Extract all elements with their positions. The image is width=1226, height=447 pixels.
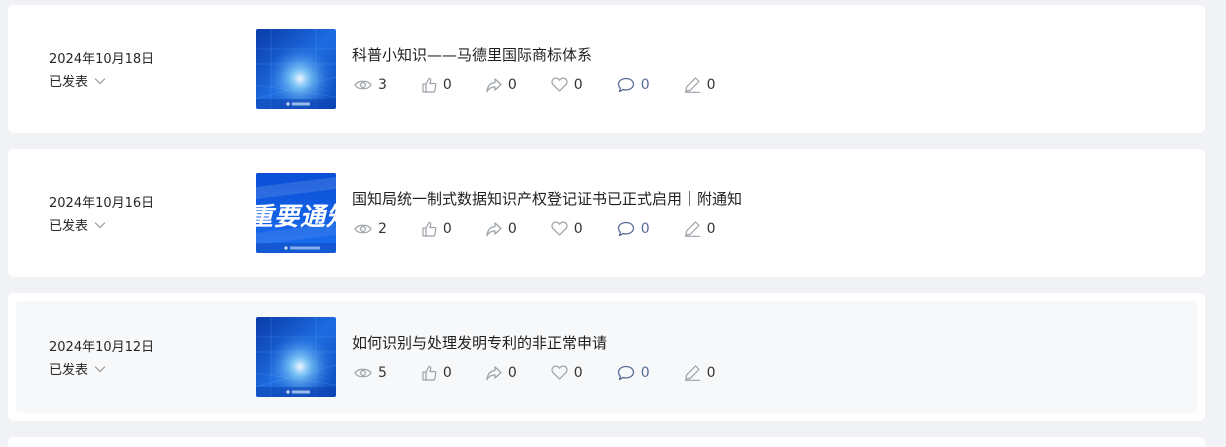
comments-stat[interactable]: 0 xyxy=(617,77,650,93)
thumbs-up-icon xyxy=(422,221,437,237)
pen-icon xyxy=(684,221,700,237)
favorites-stat[interactable]: 0 xyxy=(551,77,583,93)
shares-count: 0 xyxy=(507,364,517,381)
share-arrow-icon xyxy=(486,77,502,92)
status-label: 已发表 xyxy=(49,219,89,234)
next-card-edge xyxy=(8,437,1205,447)
article-title[interactable]: 如何识别与处理发明专利的非正常申请 xyxy=(352,332,607,353)
heart-icon xyxy=(551,365,568,380)
publish-date: 2024年10月16日 xyxy=(49,196,155,211)
article-title[interactable]: 科普小知识——马德里国际商标体系 xyxy=(352,44,592,65)
likes-count: 0 xyxy=(442,76,452,93)
publish-date: 2024年10月12日 xyxy=(49,340,155,355)
publish-date: 2024年10月18日 xyxy=(49,52,155,67)
views-count: 2 xyxy=(378,220,387,237)
shares-stat[interactable]: 0 xyxy=(486,365,517,381)
favorites-stat[interactable]: 0 xyxy=(551,221,583,237)
article-title[interactable]: 国知局统一制式数据知识产权登记证书已正式启用｜附通知 xyxy=(352,188,742,209)
edits-count: 0 xyxy=(706,220,716,237)
views-count: 3 xyxy=(378,76,387,93)
chevron-down-icon xyxy=(94,221,106,228)
heart-icon xyxy=(551,77,568,92)
edits-stat[interactable]: 0 xyxy=(684,364,716,381)
article-thumbnail[interactable]: 重要通知 xyxy=(256,173,336,253)
article-card[interactable]: 2024年10月16日 已发表 重要通知 国知局统一制式数据知识产权登记证书已正… xyxy=(8,149,1205,277)
comments-stat[interactable]: 0 xyxy=(617,221,650,237)
edits-count: 0 xyxy=(706,364,716,381)
comments-count: 0 xyxy=(640,364,650,381)
eye-icon xyxy=(354,224,372,233)
views-stat: 2 xyxy=(354,221,387,237)
share-arrow-icon xyxy=(486,365,502,380)
comments-count: 0 xyxy=(640,220,650,237)
pen-icon xyxy=(684,77,700,93)
favorites-count: 0 xyxy=(573,76,583,93)
article-list: 2024年10月18日 已发表 科普小知识——马德里国际商标体系 3 0 0 0… xyxy=(8,5,1205,437)
views-stat: 5 xyxy=(354,365,387,381)
article-stats: 5 0 0 0 0 0 xyxy=(354,364,740,381)
favorites-count: 0 xyxy=(573,364,583,381)
status-dropdown[interactable]: 已发表 xyxy=(49,71,106,90)
comment-icon xyxy=(617,365,634,380)
share-arrow-icon xyxy=(486,221,502,236)
comment-icon xyxy=(617,221,634,236)
thumbs-up-icon xyxy=(422,365,437,381)
comments-stat[interactable]: 0 xyxy=(617,365,650,381)
favorites-count: 0 xyxy=(573,220,583,237)
shares-stat[interactable]: 0 xyxy=(486,77,517,93)
heart-icon xyxy=(551,221,568,236)
eye-icon xyxy=(354,80,372,89)
status-label: 已发表 xyxy=(49,363,89,378)
chevron-down-icon xyxy=(94,77,106,84)
comment-icon xyxy=(617,77,634,92)
status-dropdown[interactable]: 已发表 xyxy=(49,215,106,234)
thumbnail-text: 重要通知 xyxy=(256,202,336,231)
status-label: 已发表 xyxy=(49,75,89,90)
status-dropdown[interactable]: 已发表 xyxy=(49,359,106,378)
likes-count: 0 xyxy=(442,364,452,381)
article-stats: 3 0 0 0 0 0 xyxy=(354,76,740,93)
likes-count: 0 xyxy=(442,220,452,237)
shares-count: 0 xyxy=(507,76,517,93)
pen-icon xyxy=(684,365,700,381)
likes-stat[interactable]: 0 xyxy=(421,77,452,93)
edits-count: 0 xyxy=(706,76,716,93)
likes-stat[interactable]: 0 xyxy=(421,365,452,381)
article-thumbnail[interactable] xyxy=(256,29,336,109)
article-card[interactable]: 2024年10月12日 已发表 如何识别与处理发明专利的非正常申请 5 0 0 … xyxy=(8,293,1205,421)
card-hover-background xyxy=(16,301,1197,413)
article-thumbnail[interactable] xyxy=(256,317,336,397)
article-stats: 2 0 0 0 0 0 xyxy=(354,220,740,237)
chevron-down-icon xyxy=(94,365,106,372)
views-count: 5 xyxy=(378,364,387,381)
comments-count: 0 xyxy=(640,76,650,93)
edits-stat[interactable]: 0 xyxy=(684,220,716,237)
likes-stat[interactable]: 0 xyxy=(421,221,452,237)
favorites-stat[interactable]: 0 xyxy=(551,365,583,381)
eye-icon xyxy=(354,368,372,377)
shares-stat[interactable]: 0 xyxy=(486,221,517,237)
thumbs-up-icon xyxy=(422,77,437,93)
views-stat: 3 xyxy=(354,77,387,93)
article-card[interactable]: 2024年10月18日 已发表 科普小知识——马德里国际商标体系 3 0 0 0… xyxy=(8,5,1205,133)
shares-count: 0 xyxy=(507,220,517,237)
edits-stat[interactable]: 0 xyxy=(684,76,716,93)
